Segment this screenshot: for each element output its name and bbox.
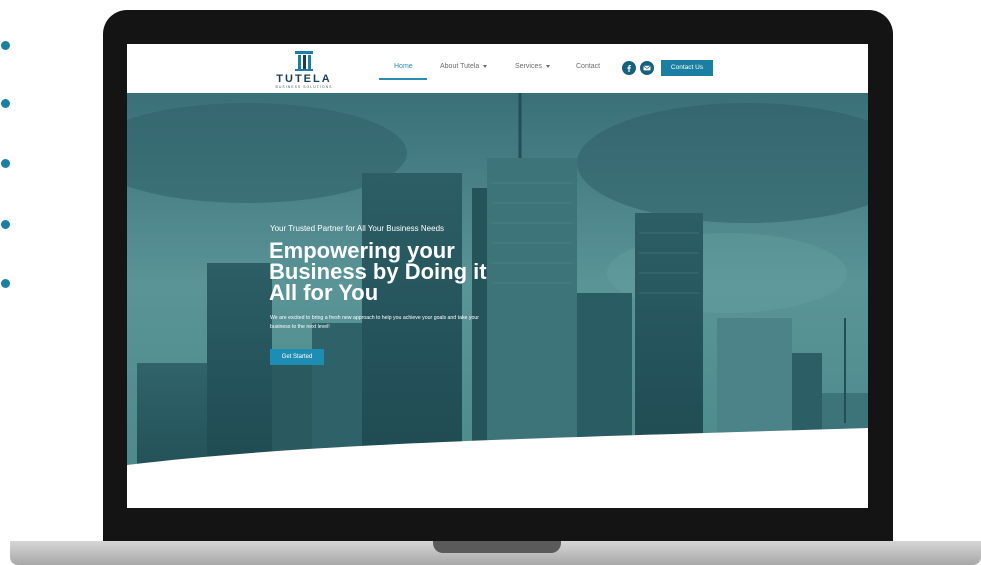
dot (1, 99, 10, 108)
nav-home[interactable]: Home (394, 63, 413, 70)
dot (1, 279, 10, 288)
dot (1, 159, 10, 168)
hero-description: We are excited to bring a fresh new appr… (270, 315, 479, 330)
logo-subtitle: BUSINESS SOLUTIONS (275, 85, 333, 89)
site-header: TUTELA BUSINESS SOLUTIONS Home About Tut… (127, 44, 868, 93)
dot (1, 41, 10, 50)
website-screen: TUTELA BUSINESS SOLUTIONS Home About Tut… (127, 44, 868, 508)
email-icon[interactable] (640, 61, 654, 75)
contact-us-button[interactable]: Contact Us (661, 60, 713, 76)
nav-about-label: About Tutela (440, 63, 480, 70)
decorative-dots (0, 0, 12, 300)
tutela-logo[interactable]: TUTELA BUSINESS SOLUTIONS (269, 50, 339, 90)
chevron-down-icon (483, 64, 488, 68)
logo-wordmark: TUTELA (276, 73, 332, 85)
dot (1, 220, 10, 229)
nav-services[interactable]: Services (515, 63, 550, 70)
laptop-notch (433, 541, 561, 553)
nav-services-label: Services (515, 63, 542, 70)
chevron-down-icon (545, 64, 550, 68)
nav-about-tutela[interactable]: About Tutela (440, 63, 488, 70)
nav-contact[interactable]: Contact (576, 63, 600, 70)
facebook-icon[interactable] (622, 61, 636, 75)
active-nav-underline (379, 78, 427, 80)
get-started-button[interactable]: Get Started (270, 349, 324, 365)
hero-tagline: Your Trusted Partner for All Your Busine… (270, 224, 445, 233)
hero-section: Your Trusted Partner for All Your Busine… (127, 93, 868, 473)
pillar-icon (295, 51, 313, 71)
hero-headline: Empowering your Business by Doing it All… (269, 238, 487, 305)
